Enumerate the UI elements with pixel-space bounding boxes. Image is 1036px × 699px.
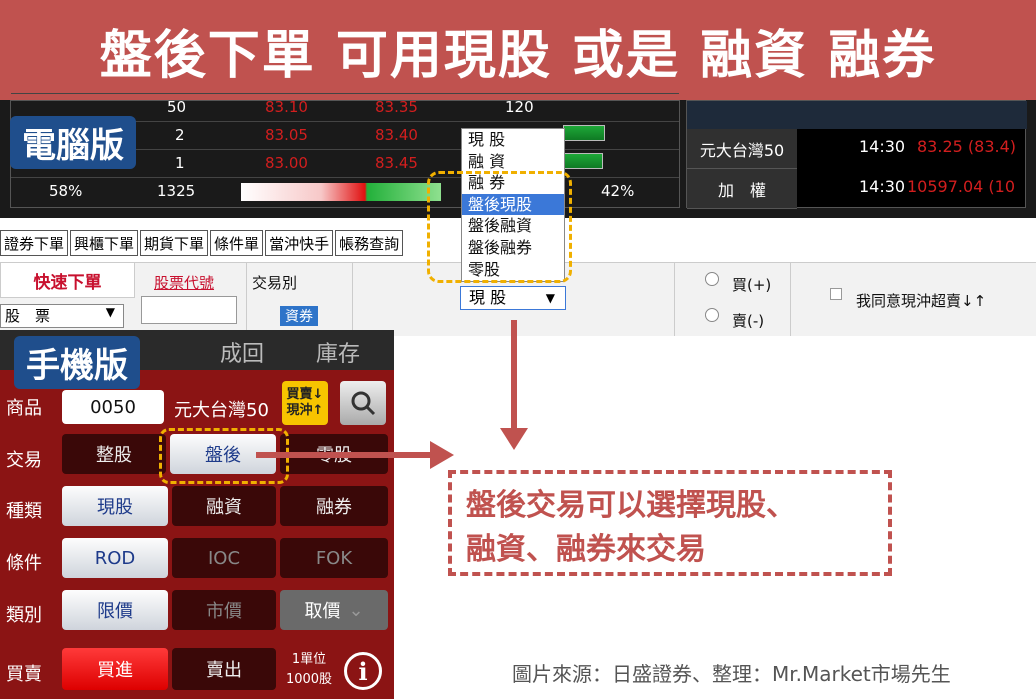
- class-take-price[interactable]: 取價 ⌄: [280, 590, 388, 630]
- index-value: 10597.04 (10: [907, 177, 1016, 196]
- search-button[interactable]: [340, 381, 386, 425]
- type-cash[interactable]: 現股: [62, 486, 168, 526]
- index-time: 14:30: [859, 137, 906, 156]
- agree-checkbox[interactable]: [830, 288, 842, 300]
- divider: [352, 262, 353, 336]
- buy-label: 買(+): [732, 276, 772, 294]
- stock-code-input[interactable]: [141, 296, 237, 324]
- info-icon[interactable]: i: [344, 652, 382, 690]
- trade-type-select[interactable]: 現 股 ▼: [460, 286, 566, 310]
- arrow-down: [511, 320, 517, 432]
- product-name: 元大台灣50: [174, 400, 269, 421]
- label-side: 買賣: [6, 664, 42, 685]
- dropdown-option[interactable]: 融 資: [462, 151, 564, 173]
- side-sell-button[interactable]: 賣出: [172, 648, 276, 690]
- class-limit[interactable]: 限價: [62, 590, 168, 630]
- menu-item-account[interactable]: 帳務查詢: [335, 230, 404, 256]
- explanation-callout: 盤後交易可以選擇現股、 融資、融券來交易: [448, 470, 892, 576]
- quick-order-tab[interactable]: 快速下單: [0, 262, 135, 298]
- lot-unit: 1單位 1000股: [285, 652, 333, 687]
- label-condition: 條件: [6, 553, 42, 574]
- label-product: 商品: [6, 398, 42, 419]
- cond-fok[interactable]: FOK: [280, 538, 388, 578]
- arrow-head: [430, 441, 454, 469]
- daytrade-mode-badge[interactable]: 買賣↓ 現沖↑: [282, 381, 328, 425]
- menu-item-emerging[interactable]: 興櫃下單: [70, 230, 139, 256]
- side-buy-button[interactable]: 買進: [62, 648, 168, 690]
- arrow-right: [256, 452, 434, 458]
- sell-label: 賣(-): [732, 312, 765, 330]
- buy-sell-ratio-bar: [241, 183, 441, 201]
- chevron-down-icon: ▼: [105, 305, 115, 319]
- product-code-input[interactable]: 0050: [62, 390, 164, 424]
- desktop-tag: 電腦版: [10, 116, 136, 169]
- agree-label: 我同意現沖超賣↓↑: [856, 292, 987, 310]
- tab-inventory[interactable]: 庫存: [316, 336, 360, 368]
- divider: [790, 262, 791, 336]
- index-name: 加 權: [687, 169, 797, 209]
- stock-code-label[interactable]: 股票代號: [154, 272, 214, 293]
- chevron-down-icon: ⌄: [348, 599, 364, 621]
- divider: [246, 262, 247, 336]
- credit-badge[interactable]: 資券: [280, 306, 318, 326]
- highlight-frame: [427, 171, 572, 283]
- label-class: 類別: [6, 605, 42, 626]
- cond-ioc[interactable]: IOC: [172, 538, 276, 578]
- index-header: [687, 101, 1027, 129]
- tab-fills[interactable]: 成回: [220, 336, 264, 368]
- divider: [674, 262, 675, 336]
- title-banner: 盤後下單 可用現股 或是 融資 融券: [0, 0, 1036, 100]
- label-trade: 交易: [6, 450, 42, 471]
- menu-item-securities[interactable]: 證券下單: [0, 230, 69, 256]
- index-name: 元大台灣50: [687, 129, 797, 169]
- stock-type-select[interactable]: 股 票 ▼: [0, 304, 124, 328]
- type-short[interactable]: 融券: [280, 486, 388, 526]
- cond-rod[interactable]: ROD: [62, 538, 168, 578]
- class-market[interactable]: 市價: [172, 590, 276, 630]
- volume-bar: [563, 125, 605, 141]
- order-menu-bar: 證券下單 興櫃下單 期貨下單 條件單 當沖快手 帳務查詢: [0, 230, 430, 256]
- chevron-down-icon: ▼: [545, 291, 555, 305]
- arrow-head: [500, 428, 528, 450]
- type-margin[interactable]: 融資: [172, 486, 276, 526]
- menu-item-futures[interactable]: 期貨下單: [140, 230, 209, 256]
- image-source: 圖片來源：日盛證券、整理：Mr.Market市場先生: [512, 662, 951, 686]
- sell-radio[interactable]: [705, 308, 719, 322]
- trade-board-lot[interactable]: 整股: [62, 434, 166, 474]
- mobile-tag: 手機版: [14, 336, 140, 389]
- menu-item-conditional[interactable]: 條件單: [210, 230, 264, 256]
- menu-item-daytrade[interactable]: 當沖快手: [265, 230, 334, 256]
- volume-bar: [563, 153, 603, 169]
- label-type: 種類: [6, 501, 42, 522]
- dropdown-option[interactable]: 現 股: [462, 129, 564, 151]
- buy-radio[interactable]: [705, 272, 719, 286]
- index-table: 元大台灣50 14:30 83.25 (83.4) 加 權 14:30 1059…: [686, 100, 1027, 209]
- index-value: 83.25 (83.4): [917, 137, 1016, 156]
- index-time: 14:30: [859, 177, 906, 196]
- search-icon: [351, 391, 376, 416]
- trade-type-label: 交易別: [252, 274, 298, 292]
